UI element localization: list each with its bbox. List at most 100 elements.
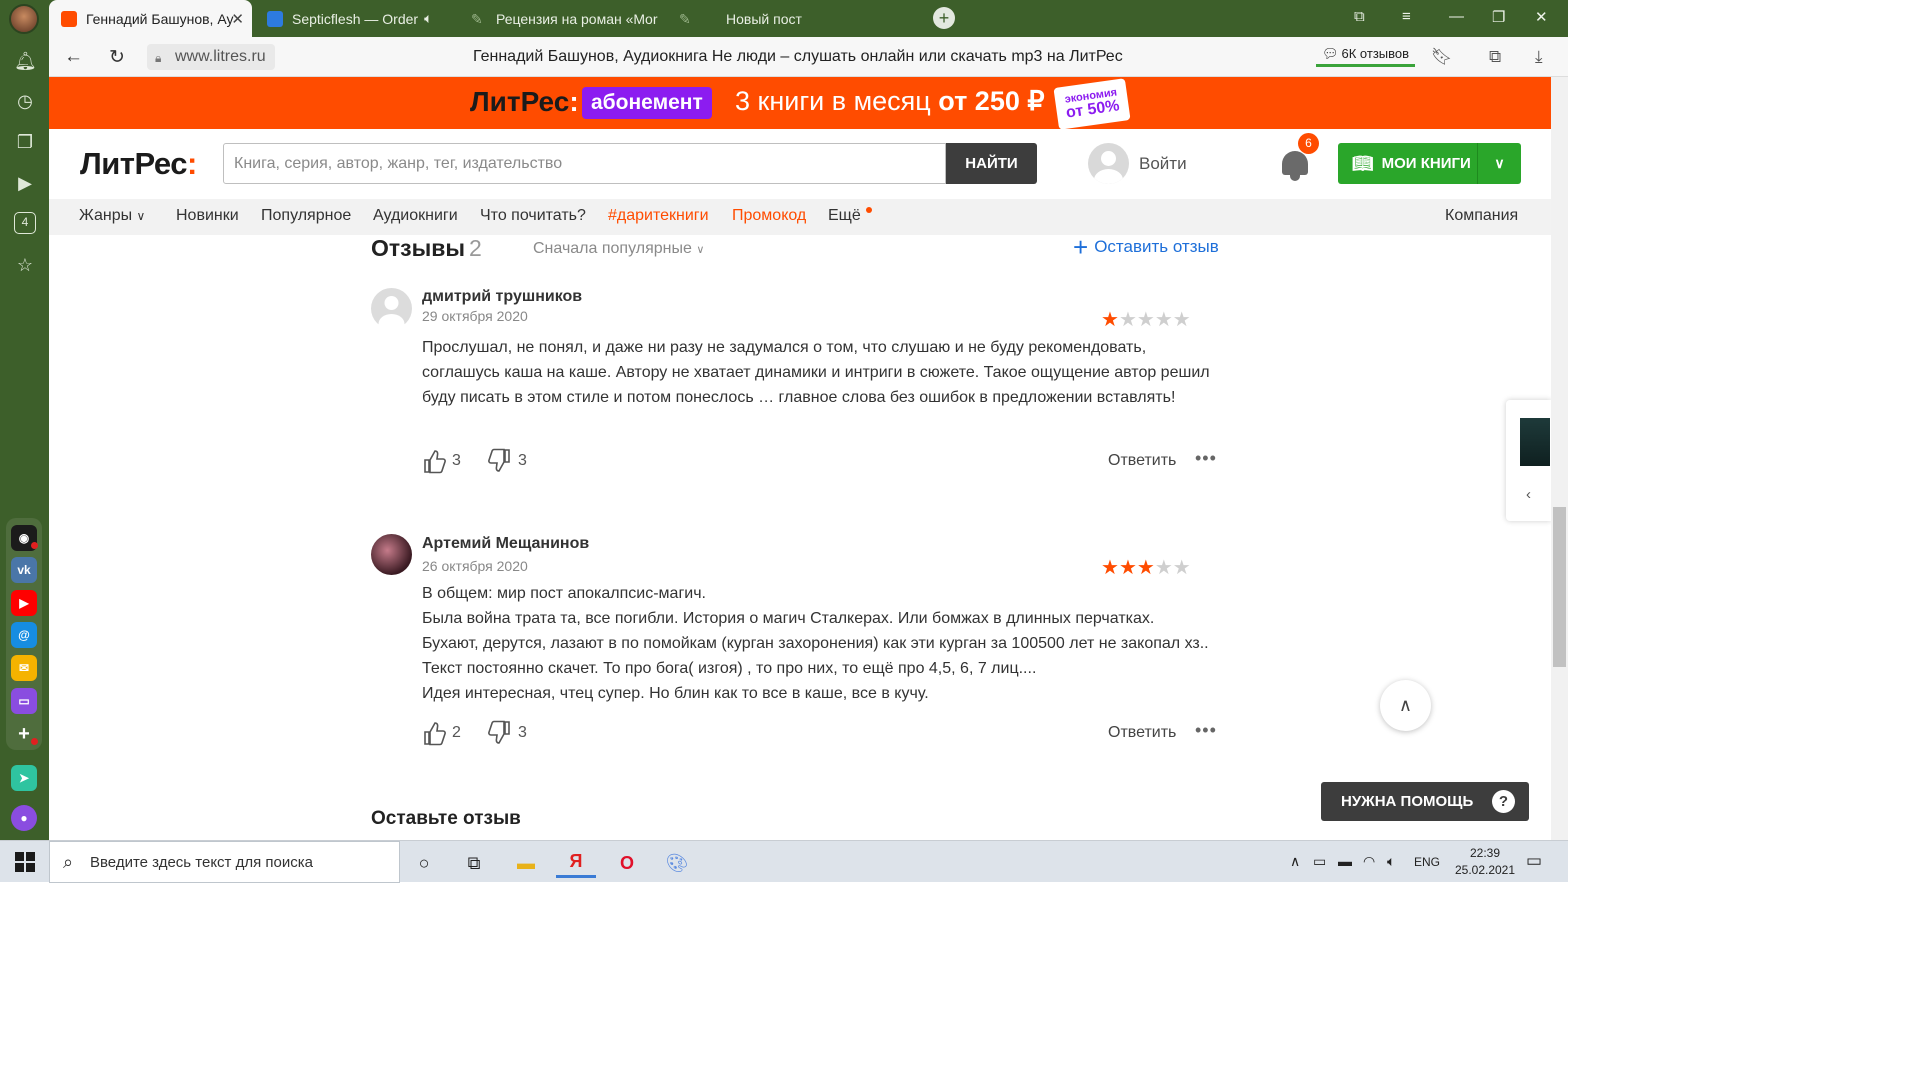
bookmarks-star-icon[interactable]: ☆ [14, 254, 36, 276]
like-count: 3 [452, 452, 461, 469]
reviewer-avatar[interactable] [371, 534, 412, 575]
windows-start-icon[interactable] [15, 852, 35, 872]
alice-icon[interactable]: ● [11, 805, 37, 831]
task-view-icon[interactable]: ⧉ [454, 848, 494, 878]
sort-dropdown[interactable]: Сначала популярные ∨ [533, 240, 704, 258]
tab-review[interactable]: ✎ Рецензия на роман «Mor [459, 0, 664, 37]
menu-item-new[interactable]: Новинки [176, 207, 239, 225]
back-arrow-icon[interactable]: ← [64, 46, 83, 68]
my-books-label: МОИ КНИГИ [1381, 155, 1471, 172]
menu-item-company[interactable]: Компания [1445, 207, 1518, 225]
leave-review-link[interactable]: + Оставить отзыв [1073, 234, 1219, 260]
restore-icon[interactable]: ❐ [1492, 8, 1505, 26]
vk-icon[interactable]: vk [11, 557, 37, 583]
bell-icon[interactable]: 🔔︎ [14, 50, 37, 72]
book-cover-thumbnail[interactable] [1520, 418, 1550, 466]
clock[interactable]: 22:39 25.02.2021 [1452, 845, 1518, 879]
device-icon[interactable]: ▭ [1313, 853, 1326, 870]
menu-item-popular[interactable]: Популярное [261, 207, 351, 225]
reviews-pill[interactable]: 💬︎ 6К отзывов [1316, 43, 1416, 67]
scroll-to-top-button[interactable]: ∧ [1380, 680, 1431, 731]
chevron-up-icon[interactable]: ∧ [1290, 853, 1300, 870]
more-options-icon[interactable]: ••• [1195, 448, 1217, 469]
youtube-icon[interactable]: ▶ [11, 590, 37, 616]
promo-banner[interactable]: ЛитРес: абонемент 3 книги в месяц от 250… [49, 77, 1551, 130]
help-button[interactable]: НУЖНА ПОМОЩЬ ? [1321, 782, 1529, 821]
menu-item-more[interactable]: Ещё [828, 207, 861, 225]
my-books-button[interactable]: 📖︎ МОИ КНИГИ ∨ [1338, 143, 1521, 184]
wifi-icon[interactable]: ◠ [1363, 853, 1375, 870]
history-icon[interactable]: ◷ [14, 90, 36, 112]
new-tab-button[interactable]: + [933, 7, 955, 29]
book-icon: 📖︎ [1352, 153, 1374, 173]
send-icon[interactable]: ➤ [11, 765, 37, 791]
mail-at-icon[interactable]: @ [11, 622, 37, 648]
menu-item-promocode[interactable]: Промокод [732, 207, 806, 225]
tab-septicflesh[interactable]: Septicflesh — Order 🔈︎ [255, 0, 455, 37]
language-indicator[interactable]: ENG [1414, 855, 1440, 869]
review-date: 29 октября 2020 [422, 308, 528, 324]
menu-item-what-to-read[interactable]: Что почитать? [480, 207, 586, 225]
reviewer-name[interactable]: дмитрий трушников [422, 288, 582, 306]
minimize-icon[interactable]: — [1449, 8, 1464, 25]
dislike-button[interactable]: 3 [488, 448, 527, 474]
reply-button[interactable]: Ответить [1108, 724, 1176, 742]
paint-icon[interactable]: 🎨︎ [657, 848, 697, 878]
url-field[interactable]: 🔒︎ www.litres.ru [147, 44, 275, 70]
recent-books-panel[interactable]: ‹ [1506, 400, 1551, 521]
like-button[interactable]: 2 [422, 720, 461, 746]
more-options-icon[interactable]: ••• [1195, 720, 1217, 741]
menu-item-genres[interactable]: Жанры ∨ [79, 207, 145, 225]
volume-icon[interactable]: 🔈︎ [1387, 853, 1395, 870]
lock-icon: 🔒︎ [155, 51, 162, 65]
notifications-bell-icon[interactable]: 6 [1280, 133, 1319, 181]
taskbar-search-placeholder: Введите здесь текст для поиска [90, 853, 313, 871]
site-logo[interactable]: ЛитРес: [80, 146, 197, 182]
battery-icon[interactable]: ▬ [1338, 853, 1352, 869]
quill-favicon: ✎ [679, 10, 691, 27]
file-explorer-icon[interactable]: ▬ [506, 848, 546, 878]
like-button[interactable]: 3 [422, 448, 461, 474]
close-icon[interactable]: ✕ [231, 10, 244, 28]
reviewer-name[interactable]: Артемий Мещанинов [422, 535, 589, 553]
menu-icon[interactable]: ≡ [1402, 8, 1411, 25]
taskbar-search[interactable]: ⌕ Введите здесь текст для поиска [49, 841, 400, 883]
main-menu: Жанры ∨ Новинки Популярное Аудиокниги Чт… [49, 199, 1551, 235]
reviewer-avatar[interactable] [371, 288, 412, 334]
collections-icon[interactable]: ❐ [14, 131, 36, 153]
bookmark-icon[interactable]: 🔖︎ [1431, 47, 1453, 67]
messenger-icon[interactable]: ▭ [11, 688, 37, 714]
reply-button[interactable]: Ответить [1108, 452, 1176, 470]
scrollbar-thumb[interactable] [1553, 507, 1566, 667]
cortana-icon[interactable]: ○ [404, 848, 444, 878]
profile-avatar[interactable] [9, 4, 39, 34]
menu-item-gift-books[interactable]: #даритекниги [608, 207, 709, 225]
search-icon: ⌕ [63, 852, 74, 872]
notifications-icon[interactable]: ▭ [1526, 851, 1542, 871]
yandex-browser-icon[interactable]: Я [556, 848, 596, 878]
chevron-left-icon[interactable]: ‹ [1526, 486, 1531, 503]
tab-litres[interactable]: Геннадий Башунов, Ау ✕ [49, 0, 252, 37]
page-scrollbar[interactable] [1551, 77, 1568, 840]
search-button[interactable]: НАЙТИ [946, 143, 1037, 184]
chevron-down-icon[interactable]: ∨ [1477, 143, 1521, 184]
question-icon: ? [1492, 790, 1515, 813]
video-icon[interactable]: ▶ [14, 172, 36, 194]
search-input[interactable] [223, 143, 946, 184]
close-window-icon[interactable]: ✕ [1535, 8, 1548, 26]
collections-icon[interactable]: ⧉ [1489, 47, 1501, 67]
star-icon: ★ [1172, 557, 1191, 579]
download-icon[interactable]: ⤓ [1535, 47, 1543, 67]
opera-icon[interactable]: O [607, 848, 647, 878]
dislike-button[interactable]: 3 [488, 720, 527, 746]
tab-new-post[interactable]: ✎ Новый пост [667, 0, 867, 37]
thumbs-up-icon [424, 450, 446, 474]
menu-item-audiobooks[interactable]: Аудиокниги [373, 207, 458, 225]
login-button[interactable]: Войти [1088, 143, 1187, 184]
counter-icon[interactable]: 4 [14, 212, 36, 234]
reload-icon[interactable]: ↻ [109, 46, 125, 69]
star-icon: ★ [1118, 557, 1137, 579]
tabs-icon[interactable]: ⧉ [1354, 8, 1365, 25]
mail-envelope-icon[interactable]: ✉ [11, 655, 37, 681]
speaker-icon[interactable]: 🔈︎ [424, 10, 432, 27]
